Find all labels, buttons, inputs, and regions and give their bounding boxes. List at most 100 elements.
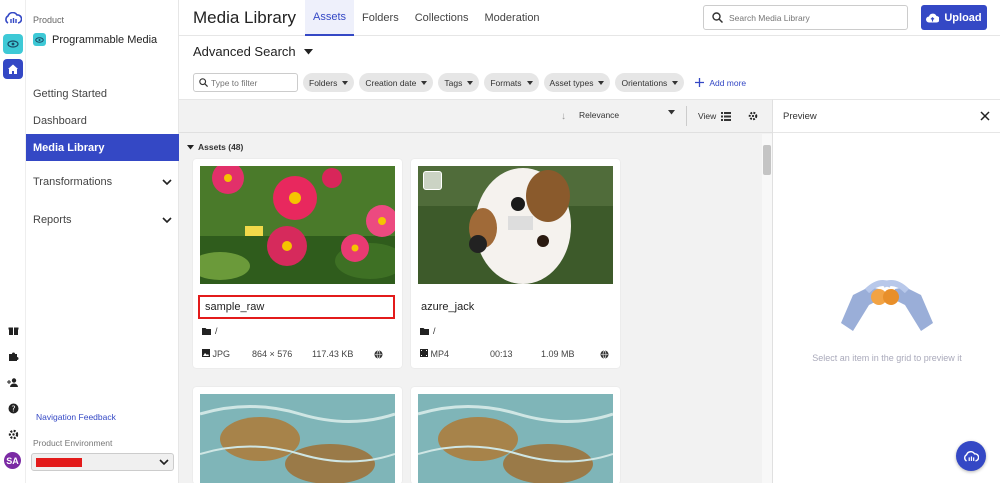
asset-select-checkbox[interactable] [423, 171, 442, 190]
sort-select[interactable]: Relevance [579, 110, 675, 120]
search-icon [199, 78, 208, 87]
asset-thumbnail-flowers[interactable] [200, 166, 395, 284]
asset-thumbnail-dog[interactable] [418, 166, 613, 284]
chevron-down-icon [159, 459, 169, 465]
sidebar-item-media-library[interactable]: Media Library [26, 134, 179, 161]
cloudinary-logo-icon[interactable] [3, 8, 23, 28]
product-label: Product [33, 15, 65, 25]
sidebar-item-reports[interactable]: Reports [26, 203, 179, 237]
caret-down-icon [526, 80, 533, 85]
programmable-media-small-icon [33, 33, 46, 46]
caret-down-icon [342, 80, 349, 85]
asset-type: MP4 [420, 349, 449, 359]
top-bar: Media Library Assets Folders Collections… [179, 0, 1000, 36]
tab-collections[interactable]: Collections [407, 0, 477, 36]
redacted-environment-name [36, 457, 82, 467]
sidebar-item-getting-started[interactable]: Getting Started [26, 80, 179, 107]
cloudinary-assistant-button[interactable] [956, 441, 986, 471]
view-toggle[interactable]: View [698, 111, 732, 121]
product-environment-label: Product Environment [33, 438, 113, 448]
filter-chip-tags[interactable]: Tags [438, 73, 480, 92]
tab-bar: Assets Folders Collections Moderation [305, 0, 548, 36]
caret-down-icon [598, 80, 605, 85]
caret-down-icon [672, 80, 679, 85]
assets-count-toggle[interactable]: Assets (48) [187, 142, 243, 152]
user-avatar[interactable]: SA [4, 452, 21, 469]
filter-input[interactable] [211, 77, 296, 88]
svg-text:?: ? [11, 404, 15, 413]
asset-name-highlighted[interactable]: sample_raw [198, 295, 395, 319]
asset-thumbnail-turtle[interactable] [200, 394, 395, 483]
asset-type: JPG [202, 349, 230, 359]
tab-moderation[interactable]: Moderation [477, 0, 548, 36]
add-user-icon[interactable] [6, 375, 20, 389]
product-selector[interactable]: Programmable Media [33, 33, 157, 46]
search-input[interactable] [729, 12, 899, 23]
sidebar-item-transformations[interactable]: Transformations [26, 165, 179, 199]
asset-duration: 00:13 [490, 349, 513, 359]
folder-icon [420, 327, 429, 335]
preview-header: Preview [773, 100, 1000, 133]
help-icon[interactable]: ? [6, 401, 20, 415]
caret-down-icon [187, 144, 194, 149]
page-title: Media Library [193, 8, 296, 27]
upload-button[interactable]: Upload [921, 5, 987, 30]
chevron-down-icon [162, 179, 172, 185]
home-icon[interactable] [3, 59, 23, 79]
sidebar: Product Programmable Media Getting Start… [26, 0, 179, 483]
folder-icon [202, 327, 211, 335]
advanced-search-toggle[interactable]: Advanced Search [193, 44, 313, 59]
filter-chip-orientations[interactable]: Orientations [615, 73, 685, 92]
asset-folder: / [420, 326, 436, 336]
navigation-feedback-link[interactable]: Navigation Feedback [36, 412, 116, 422]
icon-rail: ? SA [0, 0, 26, 483]
preview-title: Preview [783, 110, 817, 122]
grid-toolbar: ↓ Relevance View [179, 100, 772, 133]
programmable-media-icon[interactable] [3, 34, 23, 54]
image-icon [202, 349, 210, 357]
search-icon [712, 12, 723, 23]
filter-box [193, 73, 298, 92]
scrollbar-thumb[interactable] [763, 145, 771, 175]
asset-card[interactable]: sample_raw / JPG 864 × 576 117.43 KB [193, 159, 402, 368]
sidebar-item-dashboard[interactable]: Dashboard [26, 107, 179, 134]
asset-card[interactable] [411, 387, 620, 483]
toolbar-divider [686, 106, 687, 126]
preview-hint: Select an item in the grid to preview it [812, 353, 962, 363]
globe-icon [600, 350, 609, 359]
puzzle-icon[interactable] [6, 349, 20, 363]
preview-panel: Preview Select an item in the grid to pr… [772, 99, 1000, 483]
gift-icon[interactable] [6, 323, 20, 337]
close-icon[interactable] [980, 111, 990, 121]
asset-size: 1.09 MB [541, 349, 575, 359]
tab-folders[interactable]: Folders [354, 0, 407, 36]
asset-name[interactable]: azure_jack [416, 295, 613, 319]
asset-size: 117.43 KB [312, 349, 354, 359]
caret-down-icon [303, 48, 313, 54]
asset-thumbnail-turtle[interactable] [418, 394, 613, 483]
product-environment-select[interactable] [31, 453, 174, 471]
video-icon [420, 349, 428, 357]
filter-chip-formats[interactable]: Formats [484, 73, 539, 92]
chevron-down-icon [162, 217, 172, 223]
hands-illustration-icon [841, 280, 933, 331]
filter-bar: Folders Creation date Tags Formats Asset… [193, 73, 746, 92]
search-box [703, 5, 908, 30]
sidebar-nav: Getting Started Dashboard Media Library … [26, 80, 179, 237]
asset-card[interactable]: azure_jack / MP4 00:13 1.09 MB [411, 159, 620, 368]
plus-icon [695, 78, 705, 87]
grid-settings-gear-icon[interactable] [748, 111, 758, 121]
add-more-filters-button[interactable]: Add more [695, 78, 746, 88]
grid-scrollbar[interactable] [762, 134, 772, 483]
caret-down-icon [467, 80, 474, 85]
filter-chip-asset-types[interactable]: Asset types [543, 73, 611, 92]
tab-assets[interactable]: Assets [305, 0, 355, 36]
globe-icon [374, 350, 383, 359]
filter-chip-creation-date[interactable]: Creation date [359, 73, 434, 92]
settings-gear-icon[interactable] [6, 427, 20, 441]
asset-grid-area: ↓ Relevance View Assets (48) sample_raw … [179, 99, 772, 483]
filter-chip-folders[interactable]: Folders [303, 73, 355, 92]
sort-direction-icon[interactable]: ↓ [561, 111, 566, 122]
caret-down-icon [421, 80, 428, 85]
asset-card[interactable] [193, 387, 402, 483]
